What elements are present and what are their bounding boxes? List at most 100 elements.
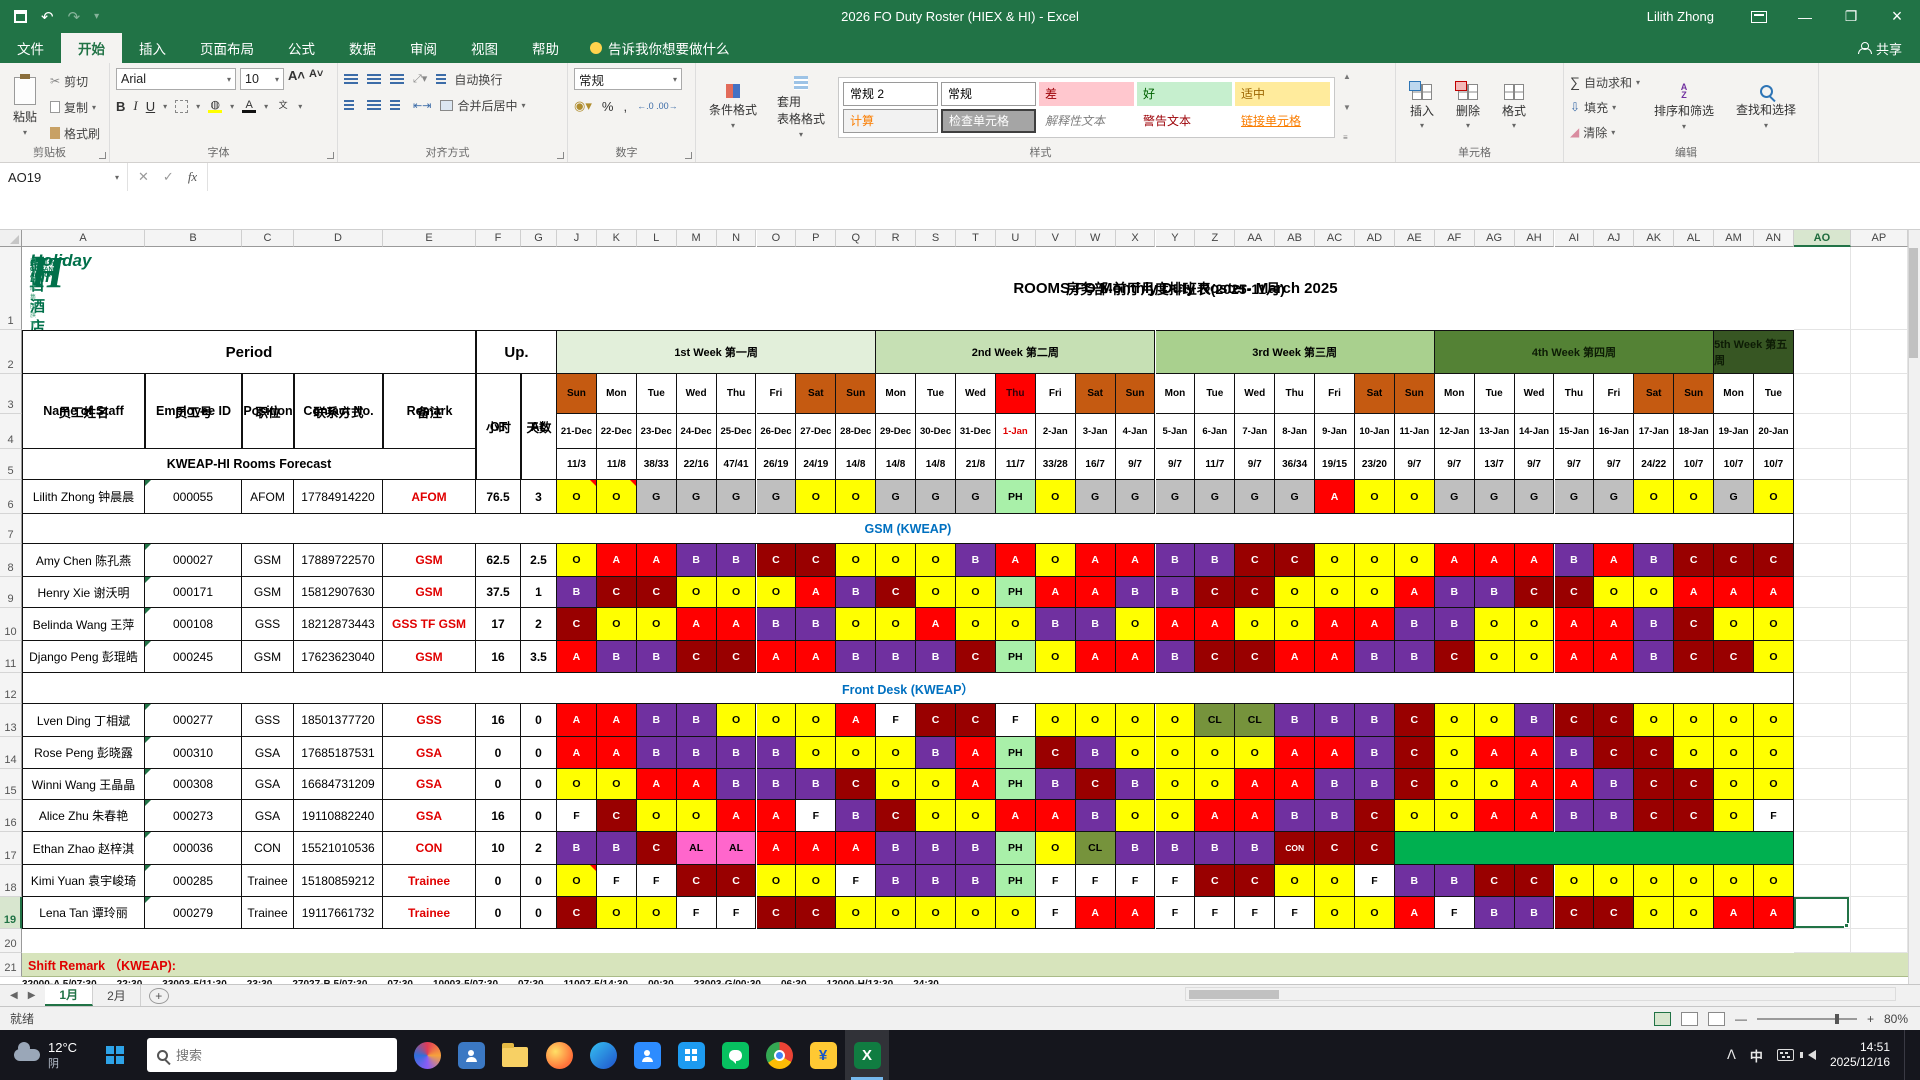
cell-style-option[interactable]: 差 xyxy=(1039,82,1134,106)
shift-cell[interactable]: O xyxy=(1116,737,1156,769)
align-center-icon[interactable] xyxy=(367,99,381,111)
shift-cell[interactable]: O xyxy=(1235,737,1275,769)
shift-cell[interactable]: O xyxy=(557,480,597,514)
shift-cell[interactable]: PH xyxy=(996,832,1036,865)
spreadsheet-grid[interactable]: ABCDEFGJKLMNOPQRSTUVWXYZAAABACADAEAFAGAH… xyxy=(0,230,1920,984)
shift-cell[interactable]: O xyxy=(1634,704,1674,737)
shift-cell[interactable]: O xyxy=(836,480,876,514)
empty-cell[interactable] xyxy=(1794,480,1851,514)
shift-cell[interactable]: A xyxy=(1116,544,1156,577)
row-header-5[interactable]: 5 xyxy=(0,449,22,480)
format-cells-button[interactable]: 格式▾ xyxy=(1494,68,1534,146)
shift-cell[interactable]: B xyxy=(1315,800,1355,832)
shift-cell[interactable]: A xyxy=(1754,897,1794,929)
shift-cell[interactable]: B xyxy=(1315,704,1355,737)
shift-cell[interactable]: B xyxy=(557,832,597,865)
shift-cell[interactable]: B xyxy=(1156,832,1196,865)
shift-cell[interactable]: C xyxy=(1555,897,1595,929)
sheet-nav-next-icon[interactable]: ▶ xyxy=(28,990,36,1001)
staff-name-cell[interactable]: Kimi Yuan 袁宇峻琦 xyxy=(22,865,145,897)
shift-cell[interactable]: A xyxy=(1515,800,1555,832)
position-cell[interactable]: GSS xyxy=(242,704,294,737)
shift-cell[interactable]: O xyxy=(1555,865,1595,897)
shift-cell[interactable]: O xyxy=(1475,641,1515,673)
shift-cell[interactable]: O xyxy=(876,608,916,641)
horizontal-scrollbar[interactable] xyxy=(1185,987,1896,1001)
ot-cell[interactable]: 10 xyxy=(476,832,521,865)
shift-cell[interactable]: B xyxy=(876,832,916,865)
row-header-6[interactable]: 6 xyxy=(0,480,22,514)
empty-cell[interactable] xyxy=(1794,514,1851,544)
shift-cell[interactable]: B xyxy=(717,544,757,577)
shift-cell[interactable]: C xyxy=(956,641,996,673)
shift-cell[interactable]: F xyxy=(717,897,757,929)
cell-style-option[interactable]: 警告文本 xyxy=(1137,109,1232,133)
shift-cell[interactable]: C xyxy=(1235,577,1275,608)
tab-数据[interactable]: 数据 xyxy=(332,33,393,63)
redo-icon[interactable]: ↷ xyxy=(68,8,81,26)
shift-cell[interactable]: A xyxy=(637,769,677,800)
shift-cell[interactable]: B xyxy=(1156,577,1196,608)
align-middle-icon[interactable] xyxy=(367,73,381,85)
shift-cell[interactable]: C xyxy=(1235,544,1275,577)
shift-cell[interactable]: A xyxy=(1315,608,1355,641)
row-header-3[interactable]: 3 xyxy=(0,374,22,414)
shift-cell[interactable]: A xyxy=(677,769,717,800)
finance-app[interactable]: ¥ xyxy=(801,1030,845,1080)
conditional-formatting-button[interactable]: 条件格式▾ xyxy=(702,68,764,146)
empty-cell[interactable] xyxy=(1851,865,1908,897)
column-header-Z[interactable]: Z xyxy=(1195,230,1235,247)
shift-cell[interactable]: B xyxy=(637,737,677,769)
shift-cell[interactable]: C xyxy=(1674,800,1714,832)
staff-name-cell[interactable]: Django Peng 彭琨皓 xyxy=(22,641,145,673)
contacts-app[interactable] xyxy=(449,1030,493,1080)
meeting-app[interactable] xyxy=(625,1030,669,1080)
indent-icons[interactable]: ⇤⇥ xyxy=(413,99,431,112)
shift-cell[interactable]: B xyxy=(637,641,677,673)
shift-cell[interactable]: C xyxy=(956,704,996,737)
shift-cell[interactable]: C xyxy=(796,544,836,577)
sheet-tab-1月[interactable]: 1月 xyxy=(45,985,93,1006)
shift-cell[interactable]: O xyxy=(597,480,637,514)
remark-cell[interactable]: Trainee xyxy=(383,897,476,929)
qat-customize-icon[interactable]: ▾ xyxy=(94,11,99,22)
shift-cell[interactable]: O xyxy=(916,897,956,929)
empty-cell[interactable] xyxy=(1794,374,1851,414)
shift-cell[interactable]: O xyxy=(836,897,876,929)
align-bottom-icon[interactable] xyxy=(390,73,404,85)
position-cell[interactable]: GSM xyxy=(242,641,294,673)
shift-cell[interactable]: B xyxy=(836,577,876,608)
shift-cell[interactable]: A xyxy=(1475,800,1515,832)
shift-cell[interactable]: O xyxy=(996,897,1036,929)
shift-cell[interactable]: O xyxy=(1754,608,1794,641)
position-cell[interactable]: GSM xyxy=(242,544,294,577)
shift-cell[interactable]: F xyxy=(1754,800,1794,832)
shift-cell[interactable]: O xyxy=(677,577,717,608)
shift-cell[interactable]: O xyxy=(1116,800,1156,832)
shift-cell[interactable]: O xyxy=(1475,769,1515,800)
shift-cell[interactable]: O xyxy=(1714,769,1754,800)
shift-cell[interactable]: A xyxy=(996,544,1036,577)
wechat-work[interactable] xyxy=(713,1030,757,1080)
shift-cell[interactable]: A xyxy=(557,641,597,673)
row-header-14[interactable]: 14 xyxy=(0,737,22,769)
shift-cell[interactable]: A xyxy=(1036,800,1076,832)
staff-name-cell[interactable]: Lena Tan 谭玲丽 xyxy=(22,897,145,929)
shift-cell[interactable]: O xyxy=(1275,577,1315,608)
shift-cell[interactable]: C xyxy=(757,897,797,929)
shift-cell[interactable]: A xyxy=(717,608,757,641)
shift-cell[interactable]: O xyxy=(637,897,677,929)
shift-cell[interactable]: B xyxy=(796,769,836,800)
shift-cell[interactable]: C xyxy=(1355,800,1395,832)
shift-cell[interactable]: A xyxy=(1714,897,1754,929)
empty-cell[interactable] xyxy=(1794,800,1851,832)
sort-filter-button[interactable]: AZ 排序和筛选▾ xyxy=(1646,68,1722,146)
shift-cell[interactable]: O xyxy=(1036,544,1076,577)
shift-cell[interactable]: C xyxy=(1355,832,1395,865)
shift-cell[interactable]: O xyxy=(876,769,916,800)
empty-cell[interactable] xyxy=(1851,641,1908,673)
shift-cell[interactable]: C xyxy=(1036,737,1076,769)
shift-cell[interactable]: O xyxy=(916,769,956,800)
shift-cell[interactable]: O xyxy=(1714,865,1754,897)
staff-name-cell[interactable]: Lven Ding 丁相斌 xyxy=(22,704,145,737)
